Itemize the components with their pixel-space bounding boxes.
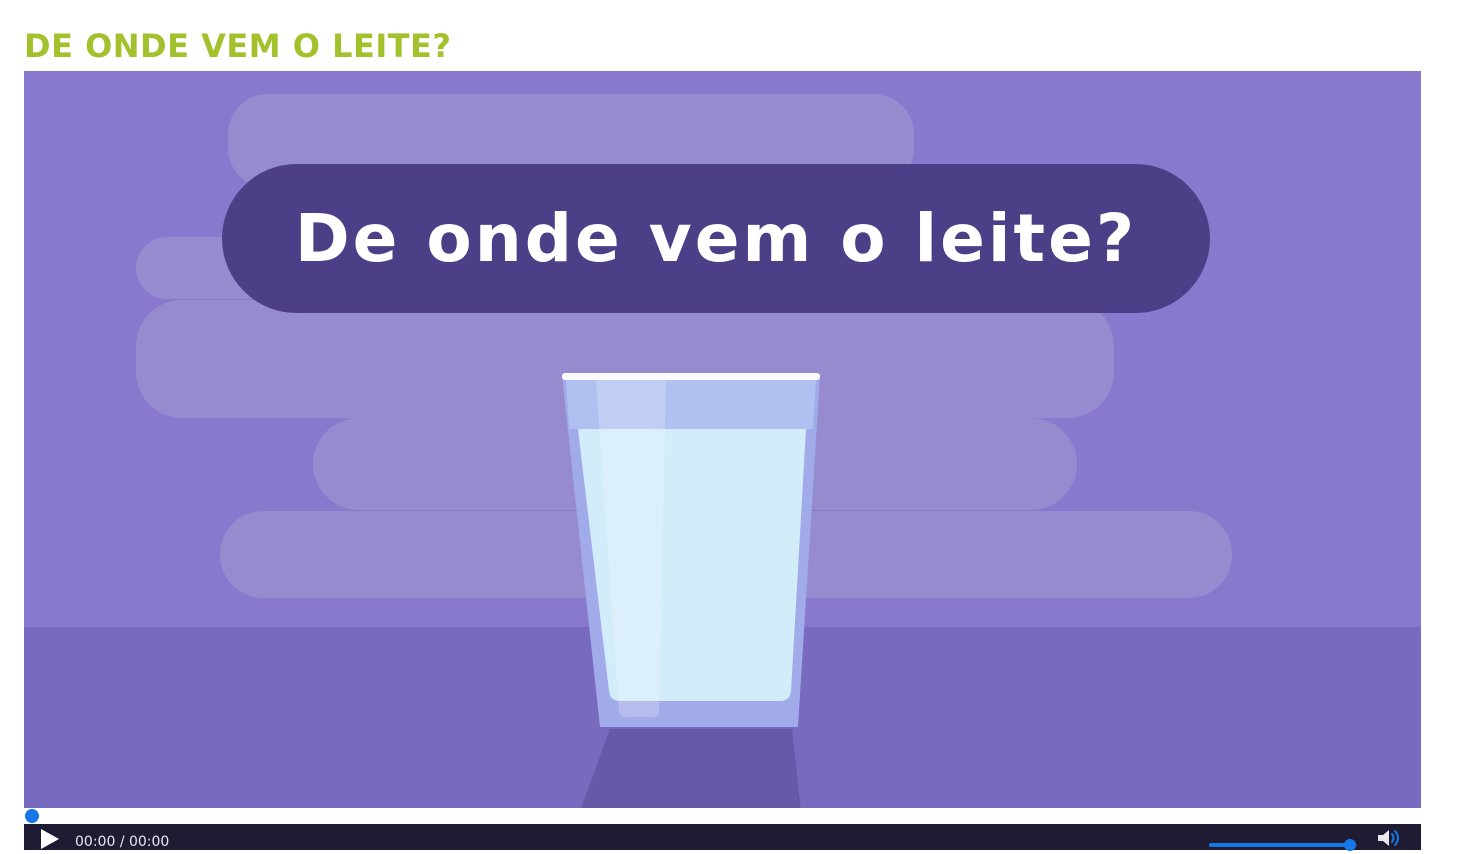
play-button[interactable]: [38, 828, 60, 850]
progress-handle[interactable]: [25, 809, 39, 823]
volume-fill: [1209, 843, 1350, 847]
progress-bar[interactable]: [24, 808, 1421, 824]
video-caption-text: De onde vem o leite?: [294, 199, 1138, 277]
page-title: DE ONDE VEM O LEITE?: [24, 27, 452, 65]
time-display: 00:00 / 00:00: [75, 833, 169, 851]
glass-of-milk-illustration: [562, 373, 820, 808]
player-controls: 00:00 / 00:00: [24, 824, 1421, 851]
play-icon: [41, 829, 59, 849]
speaker-icon: [1378, 830, 1399, 846]
volume-slider[interactable]: [1209, 839, 1357, 851]
video-player[interactable]: De onde vem o leite? 00:00 / 00:00: [24, 71, 1421, 851]
mute-button[interactable]: [1376, 828, 1404, 848]
current-time: 00:00: [75, 834, 116, 850]
time-separator: /: [119, 834, 125, 850]
volume-thumb[interactable]: [1343, 839, 1356, 851]
video-caption-pill: De onde vem o leite?: [222, 164, 1210, 313]
duration: 00:00: [128, 834, 170, 850]
video-frame[interactable]: De onde vem o leite?: [24, 71, 1421, 808]
